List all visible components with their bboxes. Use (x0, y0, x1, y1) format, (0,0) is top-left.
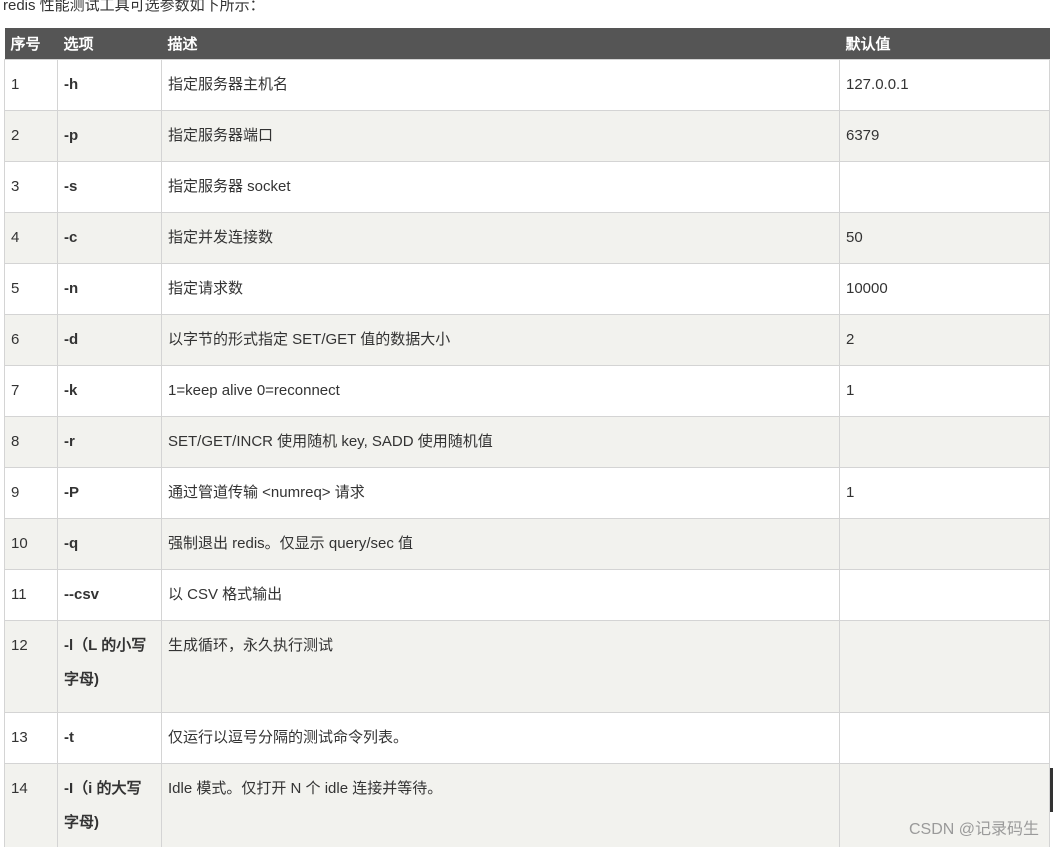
cell-description: 以字节的形式指定 SET/GET 值的数据大小 (161, 314, 840, 366)
header-row: 序号 选项 描述 默认值 (4, 28, 1050, 60)
cell-description: 指定服务器 socket (161, 161, 840, 213)
cell-no: 14 (4, 763, 58, 847)
cell-option: -s (57, 161, 162, 213)
cell-option: --csv (57, 569, 162, 621)
cell-default (839, 518, 1050, 570)
table-row: 5 -n 指定请求数 10000 (4, 263, 1050, 315)
cell-default (839, 569, 1050, 621)
cell-default (839, 712, 1050, 764)
table-row: 6 -d 以字节的形式指定 SET/GET 值的数据大小 2 (4, 314, 1050, 366)
table-row: 1 -h 指定服务器主机名 127.0.0.1 (4, 59, 1050, 111)
cell-option: -P (57, 467, 162, 519)
header-no: 序号 (10, 36, 41, 53)
header-description: 描述 (167, 36, 198, 53)
cell-no: 10 (4, 518, 58, 570)
watermark: CSDN @记录码生 (908, 821, 1039, 838)
cell-default (839, 620, 1050, 713)
table-row: 7 -k 1=keep alive 0=reconnect 1 (4, 365, 1050, 417)
cell-no: 8 (4, 416, 58, 468)
table-row: 10 -q 强制退出 redis。仅显示 query/sec 值 (4, 518, 1050, 570)
table-row: 12 -l（L 的小写字母) 生成循环，永久执行测试 (4, 620, 1050, 713)
cell-option: -l（L 的小写字母) (57, 620, 162, 713)
cell-description: 指定并发连接数 (161, 212, 840, 264)
cell-no: 5 (4, 263, 58, 315)
cell-option: -p (57, 110, 162, 162)
header-default: 默认值 (845, 36, 891, 53)
cell-description: 指定服务器主机名 (161, 59, 840, 111)
cell-no: 11 (4, 569, 58, 621)
cell-default: 50 (839, 212, 1050, 264)
cell-option: -r (57, 416, 162, 468)
cell-description: Idle 模式。仅打开 N 个 idle 连接并等待。 (161, 763, 840, 847)
cell-option: -t (57, 712, 162, 764)
cell-option: -I（i 的大写字母) (57, 763, 162, 847)
cell-default: 127.0.0.1 (839, 59, 1050, 111)
cell-description: 1=keep alive 0=reconnect (161, 365, 840, 417)
cell-description: 指定请求数 (161, 263, 840, 315)
table-row: 9 -P 通过管道传输 <numreq> 请求 1 (4, 467, 1050, 519)
cell-no: 2 (4, 110, 58, 162)
intro-text: redis 性能测试工具可选参数如下所示： (3, 0, 265, 14)
table-row: 13 -t 仅运行以逗号分隔的测试命令列表。 (4, 712, 1050, 764)
table-row: 2 -p 指定服务器端口 6379 (4, 110, 1050, 162)
cell-option: -k (57, 365, 162, 417)
cell-description: 仅运行以逗号分隔的测试命令列表。 (161, 712, 840, 764)
table-row: 14 -I（i 的大写字母) Idle 模式。仅打开 N 个 idle 连接并等… (4, 763, 1050, 847)
table-body: 1 -h 指定服务器主机名 127.0.0.1 2 -p 指定服务器端口 637… (4, 59, 1050, 847)
table-row: 8 -r SET/GET/INCR 使用随机 key, SADD 使用随机值 (4, 416, 1050, 468)
header-option: 选项 (63, 36, 94, 53)
table-header: 序号 选项 描述 默认值 (4, 28, 1050, 60)
cell-default: 6379 (839, 110, 1050, 162)
cell-option: -c (57, 212, 162, 264)
table-row: 3 -s 指定服务器 socket (4, 161, 1050, 213)
cell-default: 10000 (839, 263, 1050, 315)
cell-default (839, 161, 1050, 213)
cell-no: 6 (4, 314, 58, 366)
cell-default: 1 (839, 365, 1050, 417)
cell-no: 3 (4, 161, 58, 213)
cell-option: -h (57, 59, 162, 111)
cell-no: 12 (4, 620, 58, 713)
cell-description: 通过管道传输 <numreq> 请求 (161, 467, 840, 519)
cell-default (839, 416, 1050, 468)
cell-description: 生成循环，永久执行测试 (161, 620, 840, 713)
cell-option: -n (57, 263, 162, 315)
cell-description: 强制退出 redis。仅显示 query/sec 值 (161, 518, 840, 570)
cell-option: -d (57, 314, 162, 366)
cell-no: 4 (4, 212, 58, 264)
cell-no: 13 (4, 712, 58, 764)
cell-no: 1 (4, 59, 58, 111)
parameters-table: 序号 选项 描述 默认值 1 -h 指定服务器主机名 127.0.0.1 2 -… (4, 28, 1050, 847)
cell-option: -q (57, 518, 162, 570)
cell-no: 7 (4, 365, 58, 417)
cell-default: 1 (839, 467, 1050, 519)
cell-description: SET/GET/INCR 使用随机 key, SADD 使用随机值 (161, 416, 840, 468)
table-row: 11 --csv 以 CSV 格式输出 (4, 569, 1050, 621)
cell-default: 2 (839, 314, 1050, 366)
table-row: 4 -c 指定并发连接数 50 (4, 212, 1050, 264)
cell-description: 以 CSV 格式输出 (161, 569, 840, 621)
page: redis 性能测试工具可选参数如下所示： 序号 选项 描述 默认值 1 -h … (0, 0, 1053, 847)
cell-no: 9 (4, 467, 58, 519)
cell-description: 指定服务器端口 (161, 110, 840, 162)
